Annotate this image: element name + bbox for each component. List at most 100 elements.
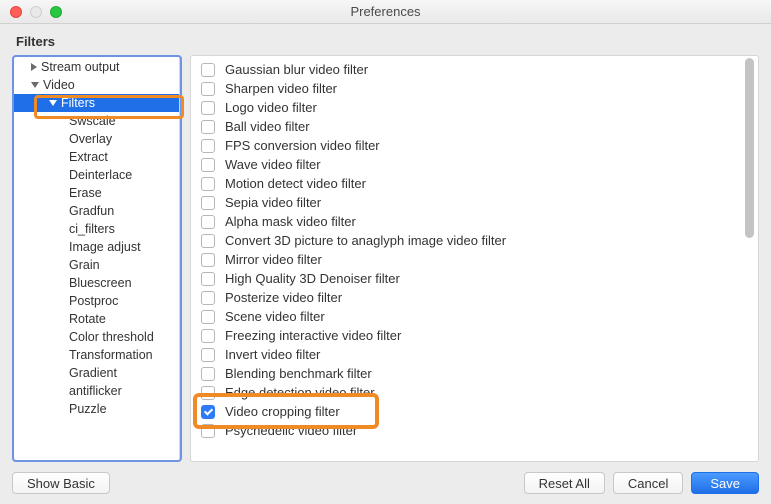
filter-checkbox[interactable] <box>201 253 215 267</box>
filter-checkbox[interactable] <box>201 82 215 96</box>
minimize-window-button <box>30 6 42 18</box>
filter-checkbox[interactable] <box>201 424 215 438</box>
filter-row[interactable]: Mirror video filter <box>191 250 758 269</box>
filter-label: Motion detect video filter <box>225 176 366 191</box>
filter-label: Posterize video filter <box>225 290 342 305</box>
tree-item-filters[interactable]: Filters <box>13 94 179 112</box>
filter-label: Convert 3D picture to anaglyph image vid… <box>225 233 506 248</box>
filter-checkbox[interactable] <box>201 367 215 381</box>
tree-item-image-adjust[interactable]: Image adjust <box>13 238 179 256</box>
tree-item-label: Gradient <box>69 366 117 380</box>
tree-item-ci_filters[interactable]: ci_filters <box>13 220 179 238</box>
tree-item-label: ci_filters <box>69 222 115 236</box>
cancel-button[interactable]: Cancel <box>613 472 683 494</box>
tree-item-bluescreen[interactable]: Bluescreen <box>13 274 179 292</box>
filter-checkbox[interactable] <box>201 196 215 210</box>
filter-label: Alpha mask video filter <box>225 214 356 229</box>
filter-checkbox[interactable] <box>201 158 215 172</box>
titlebar: Preferences <box>0 0 771 24</box>
tree-item-erase[interactable]: Erase <box>13 184 179 202</box>
tree-item-video[interactable]: Video <box>13 76 179 94</box>
filter-checkbox[interactable] <box>201 329 215 343</box>
filter-checkbox[interactable] <box>201 348 215 362</box>
tree-item-color-threshold[interactable]: Color threshold <box>13 328 179 346</box>
filter-label: Logo video filter <box>225 100 317 115</box>
filter-checkbox[interactable] <box>201 177 215 191</box>
filter-list[interactable]: Gaussian blur video filter Sharpen video … <box>190 55 759 462</box>
filter-checkbox[interactable] <box>201 63 215 77</box>
section-title: Filters <box>16 34 759 49</box>
tree-item-swscale[interactable]: Swscale <box>13 112 179 130</box>
filter-label: Freezing interactive video filter <box>225 328 401 343</box>
filter-label: Sharpen video filter <box>225 81 337 96</box>
tree-item-label: Video <box>43 78 75 92</box>
filter-row[interactable]: Freezing interactive video filter <box>191 326 758 345</box>
tree-item-postproc[interactable]: Postproc <box>13 292 179 310</box>
chevron-down-icon[interactable] <box>49 100 57 106</box>
filter-label: Gaussian blur video filter <box>225 62 368 77</box>
chevron-right-icon[interactable] <box>31 63 37 71</box>
filter-checkbox[interactable] <box>201 291 215 305</box>
filter-checkbox[interactable] <box>201 272 215 286</box>
filter-row[interactable]: Convert 3D picture to anaglyph image vid… <box>191 231 758 250</box>
filter-row[interactable]: High Quality 3D Denoiser filter <box>191 269 758 288</box>
filter-checkbox[interactable] <box>201 405 215 419</box>
filter-row[interactable]: Ball video filter <box>191 117 758 136</box>
window-title: Preferences <box>0 4 771 19</box>
filter-row[interactable]: Edge detection video filter <box>191 383 758 402</box>
filter-checkbox[interactable] <box>201 386 215 400</box>
filter-row[interactable]: Motion detect video filter <box>191 174 758 193</box>
reset-all-button[interactable]: Reset All <box>524 472 605 494</box>
category-tree[interactable]: Stream output Video FiltersSwscaleOverlay E… <box>12 55 180 462</box>
tree-item-extract[interactable]: Extract <box>13 148 179 166</box>
tree-item-overlay[interactable]: Overlay <box>13 130 179 148</box>
filter-row[interactable]: Logo video filter <box>191 98 758 117</box>
filter-row[interactable]: Sepia video filter <box>191 193 758 212</box>
filter-checkbox[interactable] <box>201 215 215 229</box>
filter-checkbox[interactable] <box>201 139 215 153</box>
close-window-button[interactable] <box>10 6 22 18</box>
filter-checkbox[interactable] <box>201 234 215 248</box>
filter-row[interactable]: Gaussian blur video filter <box>191 60 758 79</box>
tree-item-label: Stream output <box>41 60 120 74</box>
filter-label: Scene video filter <box>225 309 325 324</box>
filter-label: Wave video filter <box>225 157 321 172</box>
tree-item-label: Puzzle <box>69 402 107 416</box>
filter-row[interactable]: Psychedelic video filter <box>191 421 758 440</box>
tree-item-stream-output[interactable]: Stream output <box>13 58 179 76</box>
scroll-thumb[interactable] <box>745 58 754 238</box>
chevron-down-icon[interactable] <box>31 82 39 88</box>
filter-row[interactable]: Blending benchmark filter <box>191 364 758 383</box>
tree-item-puzzle[interactable]: Puzzle <box>13 400 179 418</box>
filter-checkbox[interactable] <box>201 101 215 115</box>
scrollbar[interactable] <box>742 58 756 459</box>
tree-item-label: Bluescreen <box>69 276 132 290</box>
filter-checkbox[interactable] <box>201 310 215 324</box>
filter-label: Invert video filter <box>225 347 320 362</box>
filter-checkbox[interactable] <box>201 120 215 134</box>
window-controls <box>0 6 62 18</box>
filter-row[interactable]: Posterize video filter <box>191 288 758 307</box>
filter-row[interactable]: FPS conversion video filter <box>191 136 758 155</box>
tree-item-deinterlace[interactable]: Deinterlace <box>13 166 179 184</box>
filter-row[interactable]: Alpha mask video filter <box>191 212 758 231</box>
tree-item-label: Rotate <box>69 312 106 326</box>
tree-item-rotate[interactable]: Rotate <box>13 310 179 328</box>
preferences-window: Preferences Filters Stream output Video Fi… <box>0 0 771 504</box>
tree-item-label: Grain <box>69 258 100 272</box>
tree-item-gradient[interactable]: Gradient <box>13 364 179 382</box>
tree-item-gradfun[interactable]: Gradfun <box>13 202 179 220</box>
filter-row[interactable]: Sharpen video filter <box>191 79 758 98</box>
tree-item-antiflicker[interactable]: antiflicker <box>13 382 179 400</box>
save-button[interactable]: Save <box>691 472 759 494</box>
show-basic-button[interactable]: Show Basic <box>12 472 110 494</box>
filter-row[interactable]: Video cropping filter <box>191 402 758 421</box>
tree-item-grain[interactable]: Grain <box>13 256 179 274</box>
tree-item-label: Extract <box>69 150 108 164</box>
tree-item-transformation[interactable]: Transformation <box>13 346 179 364</box>
filter-label: Psychedelic video filter <box>225 423 357 438</box>
zoom-window-button[interactable] <box>50 6 62 18</box>
filter-row[interactable]: Scene video filter <box>191 307 758 326</box>
filter-row[interactable]: Wave video filter <box>191 155 758 174</box>
filter-row[interactable]: Invert video filter <box>191 345 758 364</box>
